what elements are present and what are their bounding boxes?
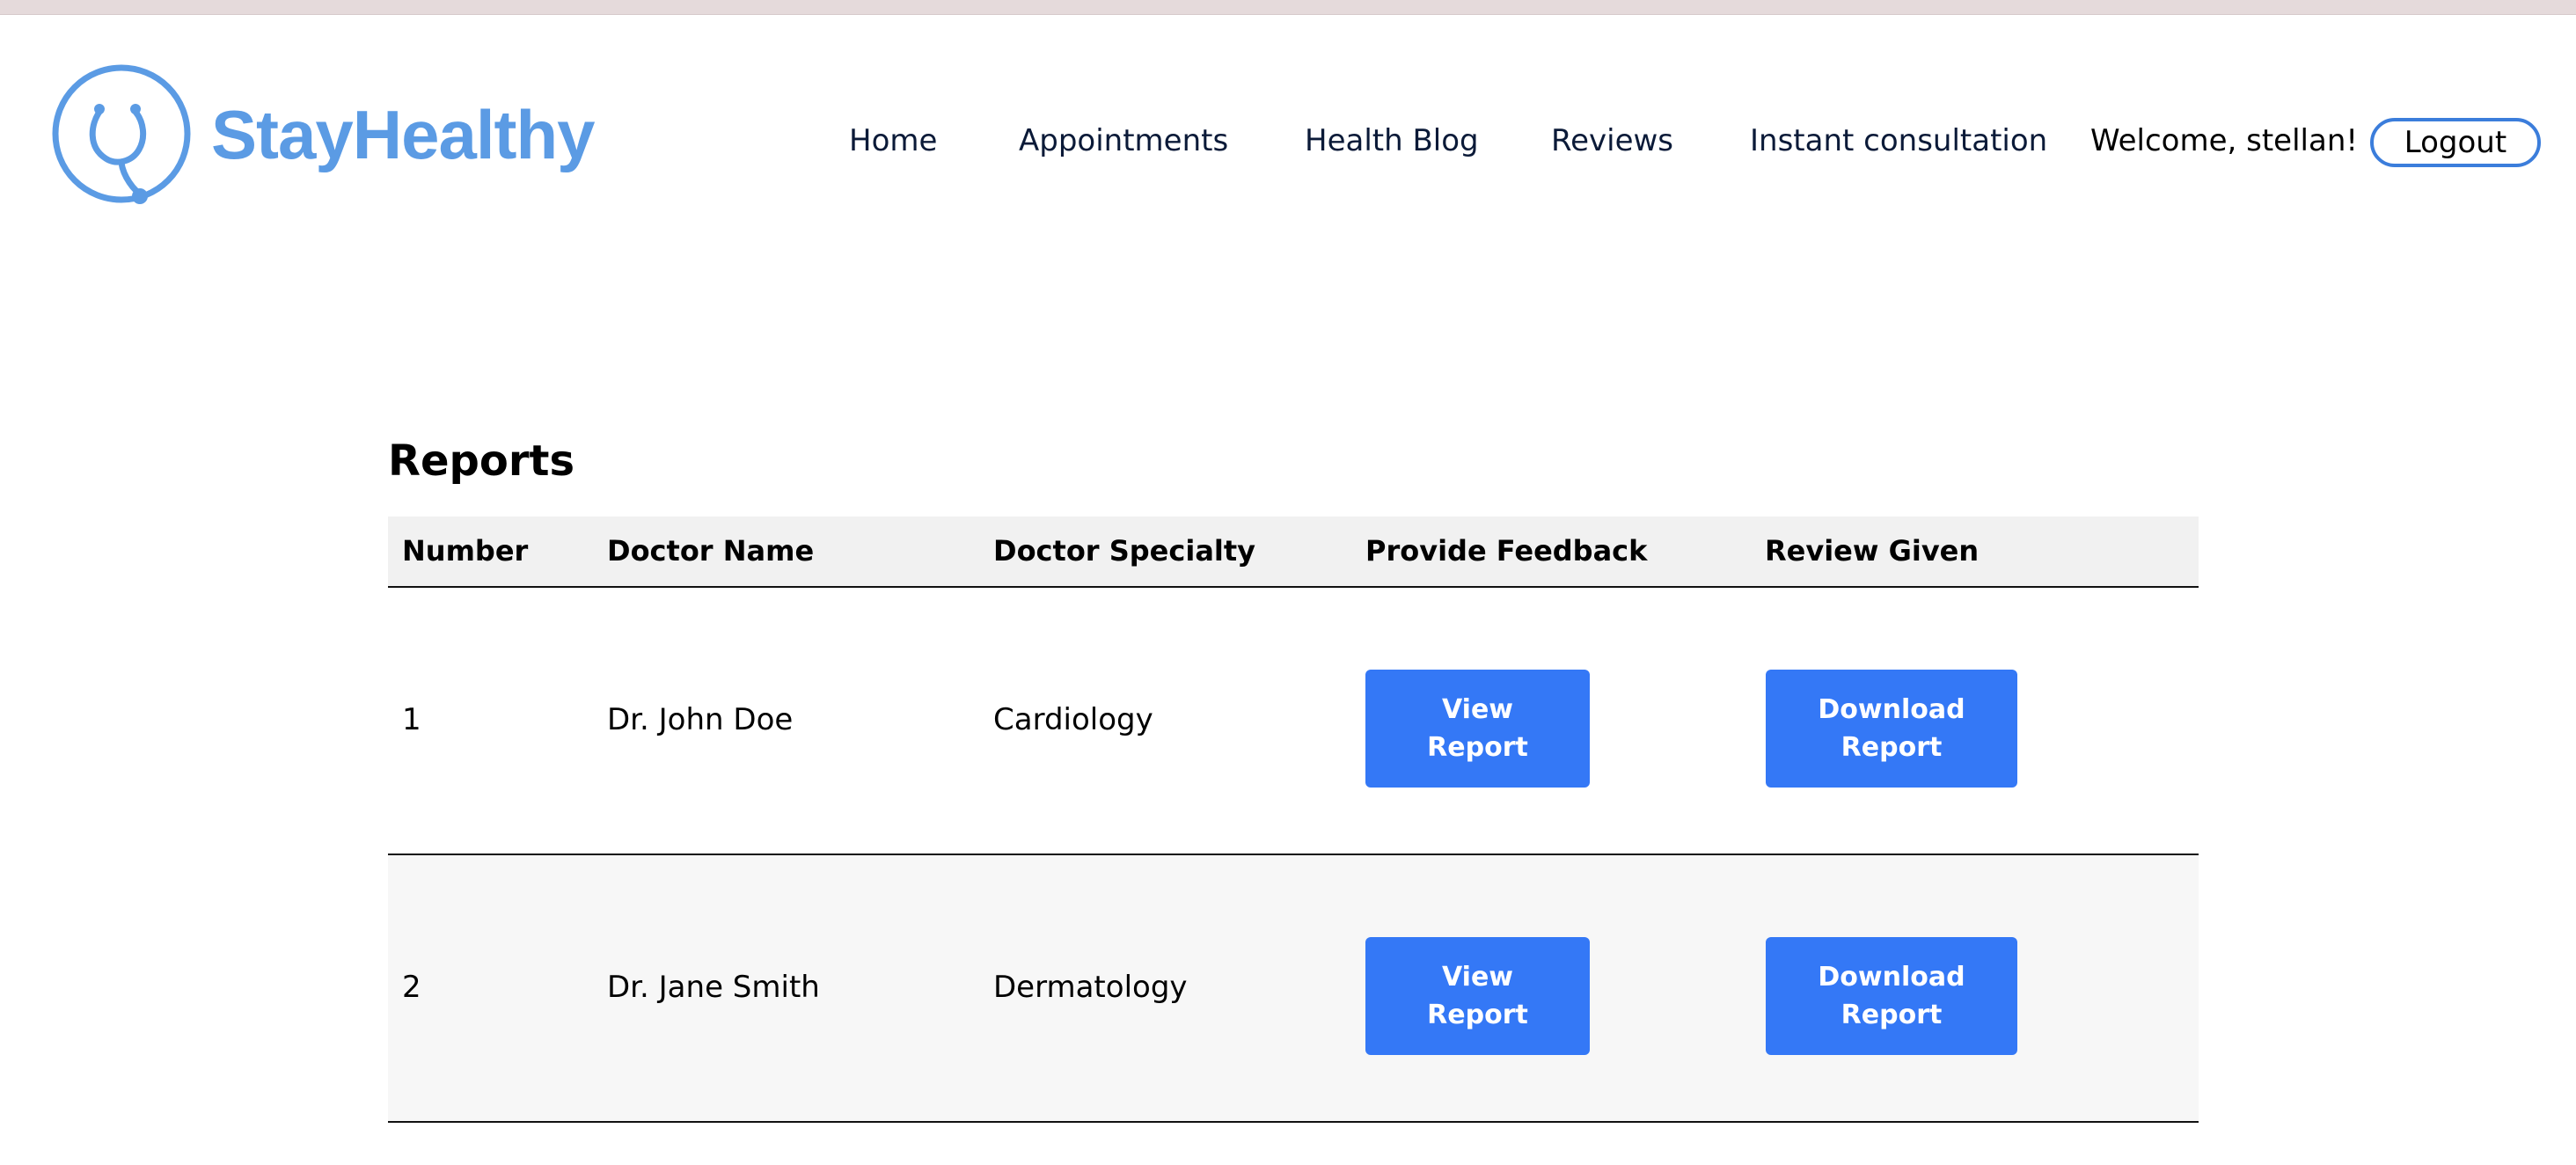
button-label-line2: Report bbox=[1427, 1000, 1528, 1030]
browser-top-strip bbox=[0, 0, 2576, 15]
stethoscope-icon bbox=[52, 64, 191, 204]
header-review-given: Review Given bbox=[1765, 534, 1980, 568]
row-number: 1 bbox=[402, 702, 421, 737]
row-number: 2 bbox=[402, 970, 421, 1005]
nav-reviews[interactable]: Reviews bbox=[1551, 123, 1673, 158]
welcome-message: Welcome, stellan! bbox=[2090, 123, 2359, 158]
download-report-button[interactable]: Download Report bbox=[1766, 937, 2017, 1055]
button-label-line2: Report bbox=[1841, 732, 1943, 763]
button-label-line1: View bbox=[1441, 962, 1514, 993]
download-report-button[interactable]: Download Report bbox=[1766, 670, 2017, 788]
table-row: 2 Dr. Jane Smith Dermatology View Report… bbox=[388, 855, 2199, 1123]
logo[interactable]: StayHealthy bbox=[51, 63, 596, 206]
nav-home[interactable]: Home bbox=[849, 123, 937, 158]
row-doctor-name: Dr. Jane Smith bbox=[607, 970, 820, 1005]
row-doctor-specialty: Cardiology bbox=[993, 702, 1153, 737]
nav-health-blog[interactable]: Health Blog bbox=[1305, 123, 1479, 158]
button-label-line2: Report bbox=[1427, 732, 1528, 763]
button-label-line1: View bbox=[1441, 694, 1514, 725]
view-report-button[interactable]: View Report bbox=[1365, 670, 1590, 788]
header-provide-feedback: Provide Feedback bbox=[1365, 534, 1648, 568]
button-label-line1: Download bbox=[1818, 694, 1965, 725]
table-row: 1 Dr. John Doe Cardiology View Report Do… bbox=[388, 588, 2199, 855]
table-header: Number Doctor Name Doctor Specialty Prov… bbox=[388, 517, 2199, 588]
brand-name: StayHealthy bbox=[211, 95, 596, 173]
reports-table: Number Doctor Name Doctor Specialty Prov… bbox=[388, 517, 2199, 1123]
nav-instant-consultation[interactable]: Instant consultation bbox=[1750, 123, 2047, 158]
button-label-line2: Report bbox=[1841, 1000, 1943, 1030]
nav-appointments[interactable]: Appointments bbox=[1019, 123, 1228, 158]
logout-button[interactable]: Logout bbox=[2370, 118, 2541, 167]
button-label-line1: Download bbox=[1818, 962, 1965, 993]
header-doctor-name: Doctor Name bbox=[607, 534, 815, 568]
row-doctor-name: Dr. John Doe bbox=[607, 702, 794, 737]
row-doctor-specialty: Dermatology bbox=[993, 970, 1188, 1005]
header-number: Number bbox=[402, 534, 529, 568]
header-doctor-specialty: Doctor Specialty bbox=[993, 534, 1256, 568]
view-report-button[interactable]: View Report bbox=[1365, 937, 1590, 1055]
page-title: Reports bbox=[388, 436, 575, 486]
